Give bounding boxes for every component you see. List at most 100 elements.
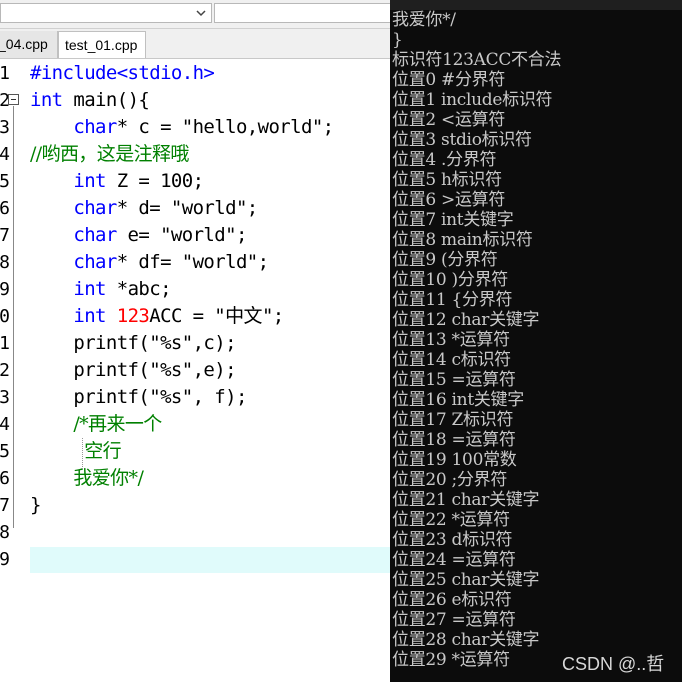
code-text[interactable]: printf("%s",e);	[30, 357, 236, 384]
console-line: 位置2 <运算符	[392, 110, 506, 130]
console-line: 位置21 char关键字	[392, 490, 540, 510]
console-line: 位置0 #分界符	[392, 70, 506, 90]
code-line[interactable]: 5 int Z = 100;	[0, 168, 390, 195]
console-output[interactable]: 我爱你*/} 标识符123ACC不合法 位置0 #分界符 位置1 include标识符…	[390, 0, 682, 682]
code-text[interactable]: //哟西，这是注释哦	[30, 141, 189, 168]
fold-toggle-icon[interactable]	[8, 94, 19, 105]
console-line: }	[392, 30, 403, 50]
code-line[interactable]: 6 我爱你*/	[0, 465, 390, 492]
tab-test-01[interactable]: test_01.cpp	[58, 31, 146, 58]
code-line[interactable]: 8 char* df= "world";	[0, 249, 390, 276]
code-text[interactable]: 空行	[30, 438, 121, 465]
console-line: 位置26 e标识符	[392, 590, 512, 610]
code-line[interactable]: 7 char e= "world";	[0, 222, 390, 249]
code-line[interactable]: 3 char* c = "hello,world";	[0, 114, 390, 141]
console-top-strip	[390, 0, 682, 10]
chevron-down-icon[interactable]	[195, 7, 207, 19]
console-line: 位置25 char关键字	[392, 570, 540, 590]
console-line: 位置7 int关键字	[392, 210, 514, 230]
line-number: 4	[0, 414, 10, 435]
console-line: 位置11 {分界符	[392, 290, 513, 310]
line-number: 9	[0, 279, 10, 300]
code-line[interactable]: 1 #include<stdio.h>	[0, 60, 390, 87]
console-line: 位置1 include标识符	[392, 90, 553, 110]
code-text[interactable]: 我爱你*/	[30, 465, 144, 492]
code-text[interactable]: char e= "world";	[30, 222, 247, 249]
console-line: 位置5 h标识符	[392, 170, 502, 190]
code-line[interactable]: 5 空行	[0, 438, 390, 465]
console-line: 位置3 stdio标识符	[392, 130, 532, 150]
console-line: 位置16 int关键字	[392, 390, 524, 410]
code-line[interactable]: 2 printf("%s",e);	[0, 357, 390, 384]
console-line: 位置27 =运算符	[392, 610, 516, 630]
code-editor[interactable]: _04.cpp test_01.cpp 1 #include<stdio.h> 2 i…	[0, 0, 390, 682]
line-number: 6	[0, 468, 10, 489]
code-text[interactable]: /*再来一个	[30, 411, 162, 438]
line-number: 8	[0, 522, 10, 543]
code-line[interactable]: 1 printf("%s",c);	[0, 330, 390, 357]
tab-test-04[interactable]: _04.cpp	[0, 31, 58, 58]
line-number: 4	[0, 144, 10, 165]
code-text[interactable]: printf("%s", f);	[30, 384, 247, 411]
code-line[interactable]: 2 int main(){	[0, 87, 390, 114]
console-line: 位置13 *运算符	[392, 330, 510, 350]
code-text[interactable]: char* c = "hello,world";	[30, 114, 334, 141]
console-line: 位置17 Z标识符	[392, 410, 514, 430]
line-number: 1	[0, 333, 10, 354]
code-line[interactable]: 4 //哟西，这是注释哦	[0, 141, 390, 168]
console-line: 标识符123ACC不合法	[392, 50, 562, 70]
console-line: 我爱你*/	[392, 10, 456, 30]
line-number: 0	[0, 306, 10, 327]
code-text[interactable]: }	[30, 492, 41, 519]
code-text[interactable]: int Z = 100;	[30, 168, 204, 195]
console-line: 位置19 100常数	[392, 450, 517, 470]
code-text[interactable]: printf("%s",c);	[30, 330, 236, 357]
console-line: 位置23 d标识符	[392, 530, 513, 550]
code-text[interactable]: int 123ACC = "中文";	[30, 303, 284, 330]
console-line: 位置29 *运算符	[392, 650, 510, 670]
code-line[interactable]: 4 /*再来一个	[0, 411, 390, 438]
console-line: 位置4 .分界符	[392, 150, 497, 170]
console-line: 位置10 )分界符	[392, 270, 508, 290]
line-number: 3	[0, 387, 10, 408]
code-line[interactable]: 9 int *abc;	[0, 276, 390, 303]
console-line: 位置24 =运算符	[392, 550, 516, 570]
line-number: 5	[0, 171, 10, 192]
code-line[interactable]: 3 printf("%s", f);	[0, 384, 390, 411]
code-text[interactable]: int main(){	[30, 87, 150, 114]
line-number: 1	[0, 63, 10, 84]
code-text[interactable]: char* df= "world";	[30, 249, 269, 276]
comment-indent-guide	[82, 438, 83, 469]
console-line: 位置20 ;分界符	[392, 470, 508, 490]
line-number: 2	[0, 360, 10, 381]
watermark: CSDN @..哲	[562, 654, 665, 674]
console-line: 位置22 *运算符	[392, 510, 510, 530]
fold-guide	[13, 106, 14, 528]
console-line: 位置8 main标识符	[392, 230, 533, 250]
code-text[interactable]: char* d= "world";	[30, 195, 258, 222]
scope-dropdown[interactable]	[0, 3, 212, 23]
editor-toolbar	[0, 0, 390, 29]
line-number: 5	[0, 441, 10, 462]
console-line: 位置12 char关键字	[392, 310, 540, 330]
console-line: 位置18 =运算符	[392, 430, 516, 450]
line-number: 7	[0, 225, 10, 246]
line-number: 9	[0, 549, 10, 570]
code-line[interactable]: 7}	[0, 492, 390, 519]
file-tab-bar: _04.cpp test_01.cpp	[0, 29, 390, 59]
line-number: 6	[0, 198, 10, 219]
code-text[interactable]: #include<stdio.h>	[30, 60, 215, 87]
code-text[interactable]: int *abc;	[30, 276, 171, 303]
line-number: 7	[0, 495, 10, 516]
console-line: 位置15 =运算符	[392, 370, 516, 390]
console-line: 位置28 char关键字	[392, 630, 540, 650]
code-line[interactable]: 6 char* d= "world";	[0, 195, 390, 222]
line-number: 3	[0, 117, 10, 138]
line-number: 8	[0, 252, 10, 273]
symbol-dropdown[interactable]	[214, 3, 390, 23]
console-line: 位置14 c标识符	[392, 350, 511, 370]
code-line[interactable]: 9	[0, 546, 390, 573]
code-line[interactable]: 0 int 123ACC = "中文";	[0, 303, 390, 330]
console-line: 位置9 (分界符	[392, 250, 498, 270]
code-line[interactable]: 8	[0, 519, 390, 546]
